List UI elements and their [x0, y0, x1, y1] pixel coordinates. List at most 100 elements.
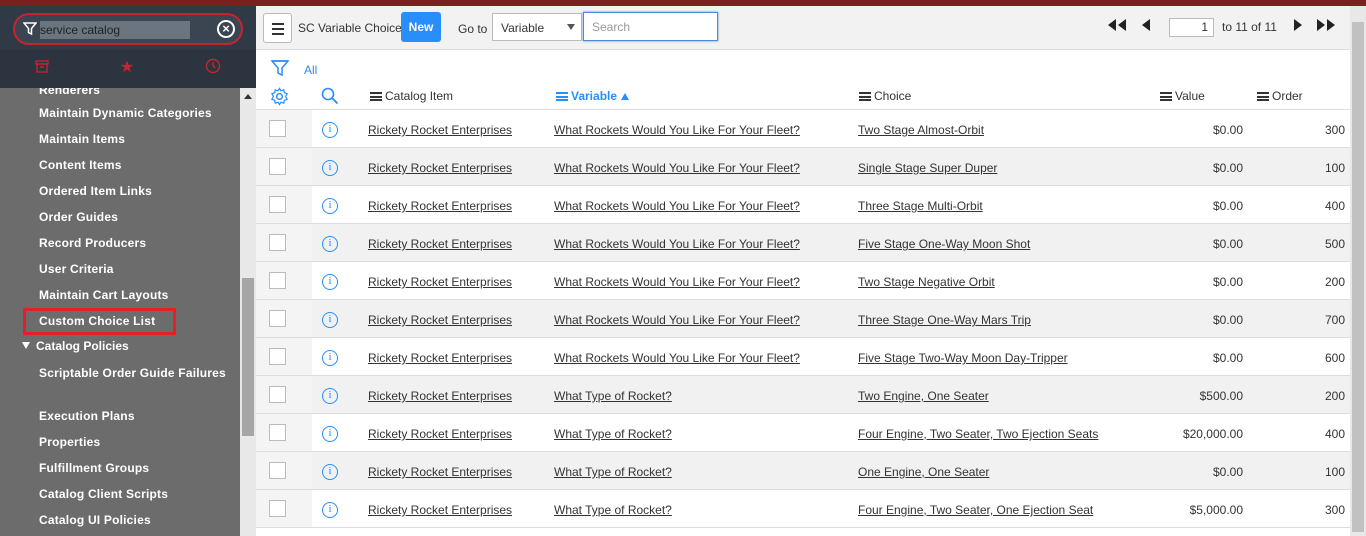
- column-menu-icon[interactable]: [370, 92, 382, 101]
- column-header-value[interactable]: Value: [1160, 89, 1205, 103]
- cell-choice[interactable]: Two Stage Almost-Orbit: [858, 123, 984, 137]
- column-header-catalog-item[interactable]: Catalog Item: [370, 89, 453, 103]
- preview-info-icon[interactable]: i: [322, 464, 338, 480]
- table-row[interactable]: i Rickety Rocket Enterprises What Rockets …: [256, 300, 1350, 338]
- table-row[interactable]: i Rickety Rocket Enterprises What Rockets …: [256, 338, 1350, 376]
- nav-item-fulfillment-groups[interactable]: Fulfillment Groups: [39, 460, 234, 477]
- cell-choice[interactable]: Two Stage Negative Orbit: [858, 275, 995, 289]
- table-row[interactable]: i Rickety Rocket Enterprises What Rockets …: [256, 224, 1350, 262]
- next-page-icon[interactable]: [1292, 18, 1304, 35]
- cell-variable[interactable]: What Type of Rocket?: [554, 465, 672, 479]
- preview-info-icon[interactable]: i: [322, 312, 338, 328]
- nav-item-maintain-dynamic-categories[interactable]: Maintain Dynamic Categories: [39, 105, 234, 122]
- row-checkbox[interactable]: [269, 500, 286, 517]
- table-row[interactable]: i Rickety Rocket Enterprises What Rockets …: [256, 262, 1350, 300]
- table-row[interactable]: i Rickety Rocket Enterprises What Type of …: [256, 376, 1350, 414]
- navigator-filter-input[interactable]: [40, 21, 190, 39]
- column-header-order[interactable]: Order: [1257, 89, 1303, 103]
- cell-catalog-item[interactable]: Rickety Rocket Enterprises: [368, 199, 512, 213]
- row-checkbox[interactable]: [269, 386, 286, 403]
- nav-item-order-guides[interactable]: Order Guides: [39, 209, 234, 226]
- cell-variable[interactable]: What Rockets Would You Like For Your Fle…: [554, 275, 800, 289]
- filter-toggle-icon[interactable]: [270, 58, 290, 78]
- preview-info-icon[interactable]: i: [322, 236, 338, 252]
- cell-catalog-item[interactable]: Rickety Rocket Enterprises: [368, 275, 512, 289]
- nav-section-catalog-policies[interactable]: Catalog Policies: [22, 339, 129, 353]
- column-menu-icon[interactable]: [556, 92, 568, 101]
- nav-item-maintain-items[interactable]: Maintain Items: [39, 131, 234, 148]
- nav-item-user-criteria[interactable]: User Criteria: [39, 261, 234, 278]
- row-checkbox[interactable]: [269, 120, 286, 137]
- cell-choice[interactable]: Five Stage One-Way Moon Shot: [858, 237, 1030, 251]
- preview-info-icon[interactable]: i: [322, 350, 338, 366]
- column-menu-icon[interactable]: [859, 92, 871, 101]
- preview-info-icon[interactable]: i: [322, 122, 338, 138]
- cell-variable[interactable]: What Type of Rocket?: [554, 427, 672, 441]
- row-checkbox[interactable]: [269, 196, 286, 213]
- cell-choice[interactable]: Two Engine, One Seater: [858, 389, 989, 403]
- cell-choice[interactable]: One Engine, One Seater: [858, 465, 989, 479]
- page-scroll-thumb[interactable]: [1352, 22, 1364, 532]
- cell-variable[interactable]: What Type of Rocket?: [554, 389, 672, 403]
- navigator-scrollbar[interactable]: [240, 88, 256, 536]
- cell-catalog-item[interactable]: Rickety Rocket Enterprises: [368, 465, 512, 479]
- nav-item-ordered-item-links[interactable]: Ordered Item Links: [39, 183, 234, 200]
- history-clock-icon[interactable]: [203, 58, 223, 78]
- cell-catalog-item[interactable]: Rickety Rocket Enterprises: [368, 161, 512, 175]
- row-checkbox[interactable]: [269, 272, 286, 289]
- nav-item-record-producers[interactable]: Record Producers: [39, 235, 234, 252]
- cell-variable[interactable]: What Rockets Would You Like For Your Fle…: [554, 313, 800, 327]
- column-menu-icon[interactable]: [1160, 92, 1172, 101]
- nav-item-catalog-client-scripts[interactable]: Catalog Client Scripts: [39, 486, 234, 503]
- nav-item-renderers[interactable]: Renderers: [39, 88, 234, 99]
- page-scrollbar[interactable]: [1350, 6, 1366, 536]
- cell-catalog-item[interactable]: Rickety Rocket Enterprises: [368, 313, 512, 327]
- nav-item-maintain-cart-layouts[interactable]: Maintain Cart Layouts: [39, 287, 234, 304]
- table-row[interactable]: i Rickety Rocket Enterprises What Type of …: [256, 414, 1350, 452]
- row-checkbox[interactable]: [269, 424, 286, 441]
- table-row[interactable]: i Rickety Rocket Enterprises What Type of …: [256, 490, 1350, 528]
- cell-catalog-item[interactable]: Rickety Rocket Enterprises: [368, 351, 512, 365]
- preview-info-icon[interactable]: i: [322, 426, 338, 442]
- nav-item-execution-plans[interactable]: Execution Plans: [39, 408, 234, 425]
- row-checkbox[interactable]: [269, 348, 286, 365]
- page-number-input[interactable]: 1: [1169, 18, 1214, 37]
- scroll-up-arrow-icon[interactable]: [244, 94, 252, 99]
- cell-catalog-item[interactable]: Rickety Rocket Enterprises: [368, 427, 512, 441]
- breadcrumb-all-link[interactable]: All: [304, 63, 317, 77]
- cell-choice[interactable]: Three Stage Multi-Orbit: [858, 199, 983, 213]
- table-row[interactable]: i Rickety Rocket Enterprises What Type of …: [256, 452, 1350, 490]
- nav-item-content-items[interactable]: Content Items: [39, 157, 234, 174]
- cell-variable[interactable]: What Rockets Would You Like For Your Fle…: [554, 199, 800, 213]
- row-checkbox[interactable]: [269, 158, 286, 175]
- cell-catalog-item[interactable]: Rickety Rocket Enterprises: [368, 237, 512, 251]
- personalize-list-gear-icon[interactable]: [270, 87, 289, 106]
- all-apps-icon[interactable]: [32, 58, 52, 78]
- table-row[interactable]: i Rickety Rocket Enterprises What Rockets …: [256, 110, 1350, 148]
- first-page-icon[interactable]: [1106, 18, 1128, 35]
- preview-info-icon[interactable]: i: [322, 198, 338, 214]
- nav-item-scriptable-order-guide-failures[interactable]: Scriptable Order Guide Failures: [39, 365, 234, 382]
- cell-choice[interactable]: Three Stage One-Way Mars Trip: [858, 313, 1031, 327]
- cell-variable[interactable]: What Type of Rocket?: [554, 503, 672, 517]
- preview-info-icon[interactable]: i: [322, 160, 338, 176]
- cell-variable[interactable]: What Rockets Would You Like For Your Fle…: [554, 123, 800, 137]
- preview-info-icon[interactable]: i: [322, 388, 338, 404]
- navigator-scroll-thumb[interactable]: [242, 278, 254, 436]
- previous-page-icon[interactable]: [1140, 18, 1152, 35]
- cell-catalog-item[interactable]: Rickety Rocket Enterprises: [368, 389, 512, 403]
- cell-choice[interactable]: Four Engine, Two Seater, One Ejection Se…: [858, 503, 1093, 517]
- table-row[interactable]: i Rickety Rocket Enterprises What Rockets …: [256, 186, 1350, 224]
- cell-variable[interactable]: What Rockets Would You Like For Your Fle…: [554, 237, 800, 251]
- cell-variable[interactable]: What Rockets Would You Like For Your Fle…: [554, 351, 800, 365]
- row-checkbox[interactable]: [269, 310, 286, 327]
- cell-choice[interactable]: Single Stage Super Duper: [858, 161, 997, 175]
- column-menu-icon[interactable]: [1257, 92, 1269, 101]
- cell-variable[interactable]: What Rockets Would You Like For Your Fle…: [554, 161, 800, 175]
- column-search-icon[interactable]: [321, 87, 339, 105]
- list-context-menu-button[interactable]: [263, 13, 292, 43]
- nav-item-properties[interactable]: Properties: [39, 434, 234, 451]
- favorites-star-icon[interactable]: ★: [117, 58, 137, 78]
- clear-filter-icon[interactable]: ×: [217, 20, 235, 38]
- cell-catalog-item[interactable]: Rickety Rocket Enterprises: [368, 123, 512, 137]
